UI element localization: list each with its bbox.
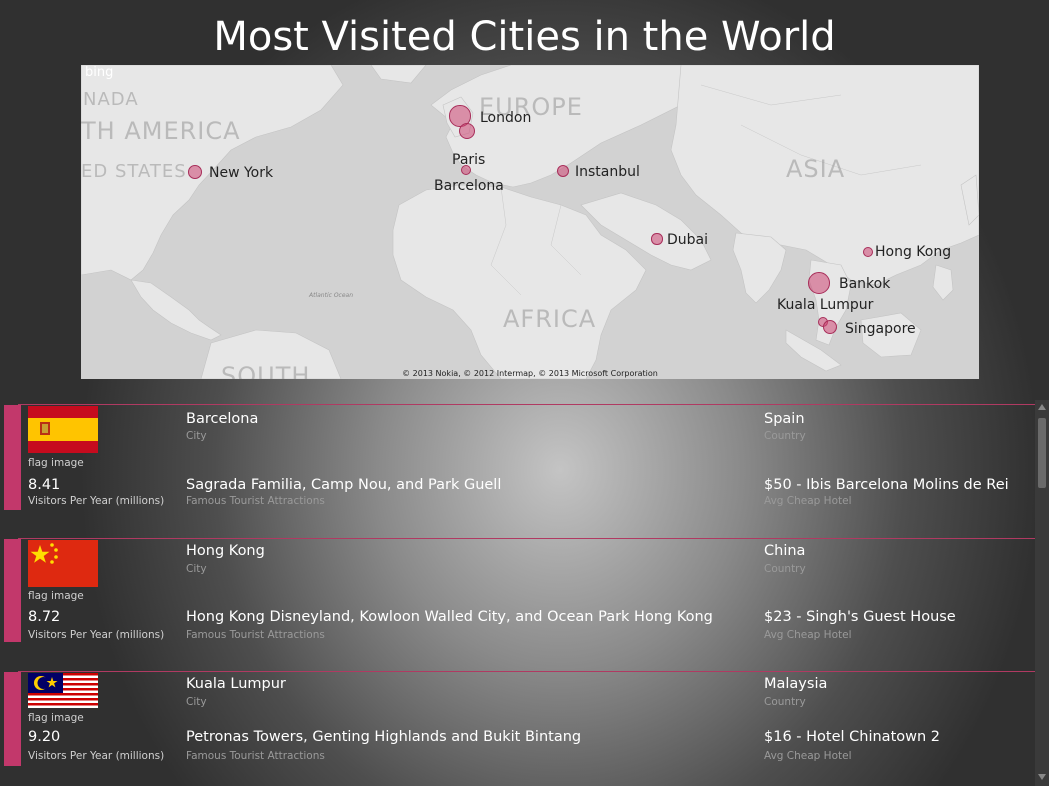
region-label-nada: NADA [83,89,139,110]
hotel-label: Avg Cheap Hotel [764,629,852,641]
scroll-up-icon[interactable] [1038,404,1046,410]
visitors-label: Visitors Per Year (millions) [28,495,165,507]
ocean-label: Atlantic Ocean [309,292,354,299]
world-map[interactable]: bing NADA TH AMERICA ED STATES EUROPE AS… [81,65,979,379]
city-label: City [186,696,207,708]
city-label-london: London [480,110,532,126]
attractions-value: Sagrada Familia, Camp Nou, and Park Guel… [186,477,502,493]
region-label-asia: ASIA [786,155,846,183]
city-label-paris: Paris [452,152,486,168]
city-label-singapore: Singapore [845,321,916,337]
bing-logo: bing [85,65,114,80]
city-label-dubai: Dubai [667,232,709,248]
card-accent-bar [4,539,21,642]
region-label-north-america: TH AMERICA [81,117,241,145]
city-label-instanbul: Instanbul [575,164,640,180]
city-label-new-york: New York [209,165,274,181]
china-flag-icon [28,540,98,587]
country-label: Country [764,430,806,442]
hotel-value: $50 - Ibis Barcelona Molins de Rei [764,477,1009,493]
city-label-kuala-lumpur: Kuala Lumpur [777,297,874,313]
bubble-dubai[interactable] [651,233,663,245]
city-card[interactable]: flag image 9.20 Visitors Per Year (milli… [0,671,1035,786]
card-accent-bar [4,405,21,510]
city-label-barcelona: Barcelona [434,178,504,194]
city-card[interactable]: flag image 8.41 Visitors Per Year (milli… [0,404,1035,534]
hotel-label: Avg Cheap Hotel [764,750,852,762]
hotel-value: $16 - Hotel Chinatown 2 [764,729,941,745]
country-value: China [764,543,806,559]
bubble-new-york[interactable] [188,165,202,179]
page-title: Most Visited Cities in the World [213,14,836,60]
country-value: Malaysia [764,676,828,692]
visitors-label: Visitors Per Year (millions) [28,629,165,641]
country-value: Spain [764,411,805,427]
city-label-bankok: Bankok [839,276,891,292]
city-label: City [186,430,207,442]
city-card-list[interactable]: flag image 8.41 Visitors Per Year (milli… [0,400,1035,786]
hotel-label: Avg Cheap Hotel [764,495,852,507]
city-value: Hong Kong [186,543,265,559]
city-card[interactable]: flag image 8.72 Visitors Per Year (milli… [0,538,1035,668]
scroll-down-icon[interactable] [1038,774,1046,780]
visitors-value: 8.72 [28,609,61,625]
attractions-label: Famous Tourist Attractions [186,495,325,507]
bubble-hong-kong[interactable] [863,247,873,257]
flag-image-label: flag image [28,590,84,602]
attractions-value: Petronas Towers, Genting Highlands and B… [186,729,582,745]
spain-flag-icon [28,406,98,453]
map-copyright: © 2013 Nokia, © 2012 Intermap, © 2013 Mi… [402,369,658,378]
card-divider [18,538,1035,539]
attractions-label: Famous Tourist Attractions [186,750,325,762]
city-label: City [186,563,207,575]
bubble-bankok[interactable] [808,272,830,294]
scroll-thumb[interactable] [1038,418,1046,488]
city-value: Barcelona [186,411,259,427]
attractions-label: Famous Tourist Attractions [186,629,325,641]
card-divider [18,404,1035,405]
flag-image-label: flag image [28,457,84,469]
region-label-united-states: ED STATES [81,161,187,182]
country-label: Country [764,563,806,575]
malaysia-flag-icon [28,673,98,708]
attractions-value: Hong Kong Disneyland, Kowloon Walled Cit… [186,609,713,625]
card-divider [18,671,1035,672]
visitors-label: Visitors Per Year (millions) [28,750,165,762]
hotel-value: $23 - Singh's Guest House [764,609,956,625]
country-label: Country [764,696,806,708]
region-label-africa: AFRICA [503,305,597,333]
visitors-value: 9.20 [28,729,61,745]
card-accent-bar [4,672,21,766]
city-value: Kuala Lumpur [186,676,286,692]
flag-image-label: flag image [28,712,84,724]
visitors-value: 8.41 [28,477,61,493]
city-label-hong-kong: Hong Kong [875,244,952,260]
list-scrollbar[interactable] [1035,400,1049,786]
